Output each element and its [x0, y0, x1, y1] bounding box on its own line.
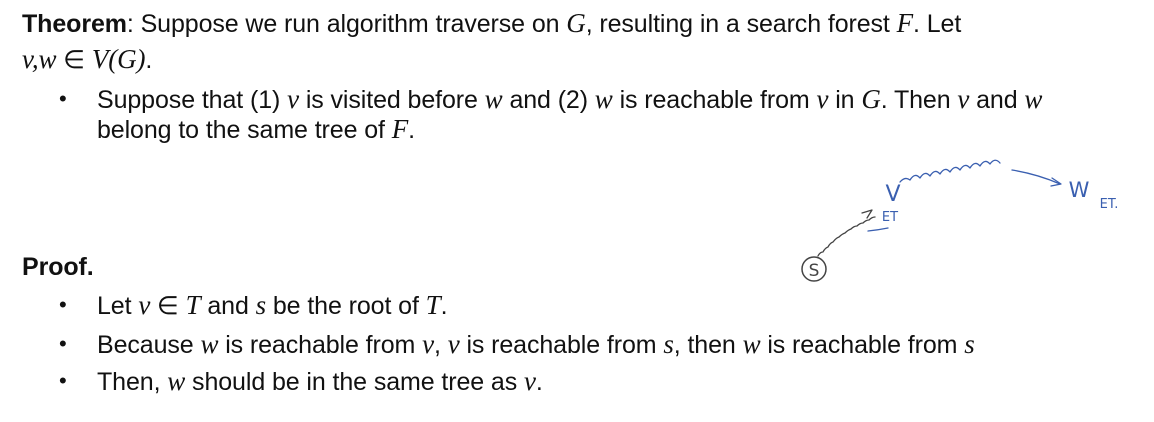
squiggle-path-icon — [817, 216, 876, 257]
arrowhead-icon — [861, 209, 873, 219]
slide: Theorem: Suppose we run algorithm traver… — [0, 0, 1154, 422]
v-membership: ET — [882, 210, 898, 225]
root-label: S — [809, 261, 820, 281]
handwritten-annotation: S V ET W ET. — [801, 159, 1119, 282]
w-membership: ET. — [1100, 197, 1119, 212]
underline-icon — [867, 227, 889, 232]
w-label: W — [1069, 178, 1090, 202]
reachability-line-icon — [1011, 169, 1061, 185]
v-label: V — [885, 182, 900, 207]
reachability-wave-icon — [899, 159, 1001, 183]
